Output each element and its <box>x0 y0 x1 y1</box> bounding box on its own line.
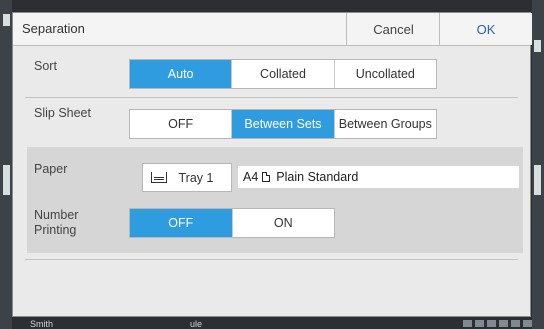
background-icon <box>487 320 496 327</box>
background-icon <box>463 320 472 327</box>
paper-label: Paper <box>34 162 68 176</box>
sort-option-collated[interactable]: Collated <box>231 60 334 88</box>
slip-sheet-option-between-sets[interactable]: Between Sets <box>231 110 334 138</box>
paper-type: Plain Standard <box>276 170 359 184</box>
cancel-button[interactable]: Cancel <box>346 13 440 45</box>
number-printing-label: Number Printing <box>34 208 78 238</box>
background-block <box>534 165 541 195</box>
slip-sheet-segmented-control: OFF Between Sets Between Groups <box>129 109 437 139</box>
number-printing-option-off[interactable]: OFF <box>130 209 232 237</box>
dialog-titlebar: Separation Cancel OK <box>13 13 532 46</box>
background-icon <box>511 320 520 327</box>
number-printing-label-line1: Number <box>34 208 79 222</box>
number-printing-option-on[interactable]: ON <box>231 209 334 237</box>
slip-sheet-option-between-groups[interactable]: Between Groups <box>333 110 436 138</box>
background-text: ule <box>190 319 203 329</box>
dialog-title: Separation <box>22 21 85 36</box>
paper-size: A4 <box>243 170 259 184</box>
background-icon <box>475 320 484 327</box>
tray-select-button[interactable]: Tray 1 <box>142 163 232 192</box>
background-right-strip <box>532 0 544 329</box>
slip-sheet-label: Slip Sheet <box>34 106 91 120</box>
background-icons <box>463 320 532 327</box>
number-printing-segmented-control: OFF ON <box>129 208 335 238</box>
separation-dialog: Separation Cancel OK Sort Auto Collated … <box>12 12 532 317</box>
sort-segmented-control: Auto Collated Uncollated <box>129 59 437 89</box>
background-block <box>3 165 10 195</box>
background-text: Smith <box>30 319 54 329</box>
divider <box>25 97 518 98</box>
background-status-bar: Smith ule <box>12 319 532 329</box>
background-icon <box>499 320 508 327</box>
ok-button[interactable]: OK <box>439 13 532 45</box>
background-block <box>3 14 10 26</box>
divider <box>25 259 518 260</box>
sort-option-auto[interactable]: Auto <box>130 60 232 88</box>
sort-label: Sort <box>34 59 57 73</box>
background-left-strip <box>0 0 12 329</box>
number-printing-label-line2: Printing <box>34 223 77 237</box>
background-block <box>534 40 541 52</box>
sort-option-uncollated[interactable]: Uncollated <box>333 60 436 88</box>
tray-label: Tray 1 <box>178 170 214 185</box>
slip-sheet-option-off[interactable]: OFF <box>130 110 232 138</box>
background-icon <box>523 320 532 327</box>
portrait-paper-icon <box>262 172 271 182</box>
paper-tray-icon <box>151 172 167 183</box>
paper-info-field: A4 Plain Standard <box>238 166 519 188</box>
paper-settings-panel: Paper Tray 1 A4 Plain Standard Number Pr… <box>27 147 523 253</box>
